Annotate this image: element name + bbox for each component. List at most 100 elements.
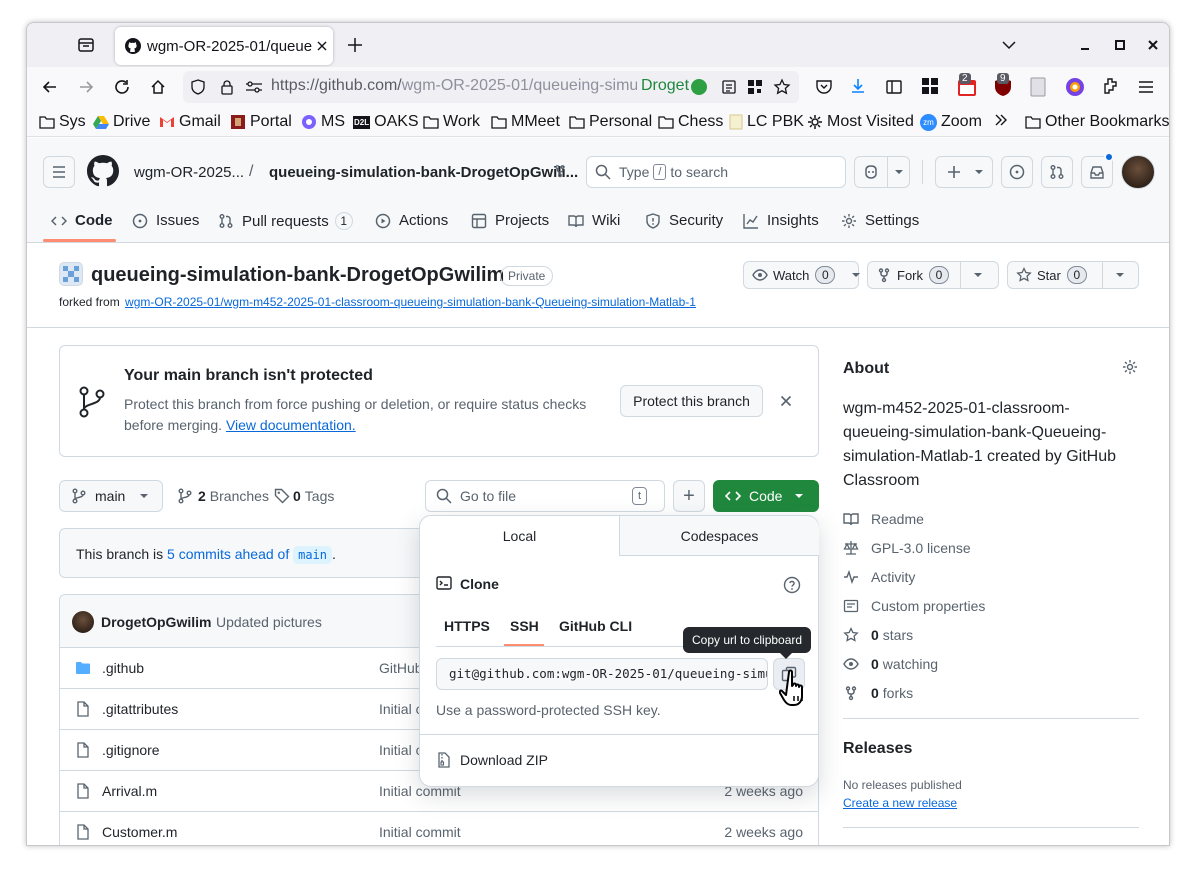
ext-page-icon[interactable] (1029, 77, 1047, 97)
url-bar[interactable]: https://github.com/wgm-OR-2025-01/queuei… (183, 71, 799, 103)
maximize-icon[interactable] (1112, 37, 1128, 53)
tab-wiki[interactable]: Wiki (568, 212, 620, 229)
bookmark-gmail[interactable]: Gmail (159, 113, 221, 131)
issues-header-button[interactable] (1001, 156, 1033, 188)
file-name[interactable]: .gitignore (102, 742, 160, 758)
pull-requests-header-button[interactable] (1041, 156, 1073, 188)
forked-from-link[interactable]: wgm-OR-2025-01/wgm-m452-2025-01-classroo… (125, 295, 696, 309)
lock-icon[interactable] (219, 79, 235, 95)
commits-ahead-link[interactable]: 5 commits ahead of (167, 546, 289, 562)
avatar[interactable] (1121, 155, 1155, 189)
tab-settings[interactable]: Settings (841, 212, 919, 229)
bookmark-zoom[interactable]: zm Zoom (920, 113, 982, 131)
tab-security[interactable]: Security (645, 212, 723, 229)
tags-link[interactable]: 0 Tags (274, 488, 334, 504)
create-release-link[interactable]: Create a new release (843, 796, 957, 810)
menu-icon[interactable] (1137, 78, 1155, 96)
bookmark-drive[interactable]: Drive (93, 113, 150, 131)
list-tabs-icon[interactable] (1001, 37, 1017, 53)
about-custom-properties[interactable]: Custom properties (843, 598, 985, 614)
dismiss-banner-icon[interactable] (778, 393, 794, 409)
tab-pull-requests[interactable]: Pull requests 1 (218, 212, 353, 230)
tab-overview-icon[interactable] (77, 36, 95, 54)
bookmarks-overflow-icon[interactable] (993, 112, 1013, 128)
minimize-icon[interactable] (1077, 37, 1093, 53)
file-name[interactable]: Arrival.m (102, 783, 157, 799)
home-icon[interactable] (149, 78, 167, 96)
bookmark-star-icon[interactable] (773, 78, 791, 96)
watch-button[interactable]: Watch 0 (743, 261, 861, 289)
tab-projects[interactable]: Projects (471, 212, 549, 229)
bookmark-oaks[interactable]: D2L OAKS (353, 113, 419, 131)
tab-insights[interactable]: Insights (743, 212, 819, 229)
bookmark-chess[interactable]: Chess (658, 113, 723, 131)
protocol-https[interactable]: HTTPS (444, 618, 490, 634)
file-commit-message[interactable]: Initial commit (379, 824, 461, 840)
bookmark-work[interactable]: Work (423, 113, 480, 131)
ext-color-icon[interactable] (1065, 77, 1085, 97)
protocol-github-cli[interactable]: GitHub CLI (559, 618, 632, 634)
about-license[interactable]: GPL-3.0 license (843, 540, 971, 556)
releases-title[interactable]: Releases (843, 740, 912, 758)
back-icon[interactable] (41, 78, 59, 96)
commit-author[interactable]: DrogetOpGwilim (101, 614, 211, 630)
bookmark-portal[interactable]: Portal (230, 113, 292, 131)
file-commit-message[interactable]: Initial c (379, 742, 423, 758)
close-window-icon[interactable] (1145, 37, 1161, 53)
reload-icon[interactable] (113, 78, 131, 96)
global-menu-button[interactable] (43, 156, 75, 188)
branch-selector[interactable]: main (59, 480, 163, 512)
bookmark-most-visited[interactable]: Most Visited (807, 113, 914, 131)
close-tab-icon[interactable] (315, 39, 329, 53)
bookmark-ms[interactable]: MS (301, 113, 345, 131)
owner-link[interactable]: wgm-OR-2025... (134, 164, 244, 181)
about-activity[interactable]: Activity (843, 569, 915, 585)
bookmark-lc-pbk[interactable]: LC PBK (729, 113, 804, 131)
download-zip-button[interactable]: Download ZIP (436, 752, 548, 768)
pocket-icon[interactable] (815, 78, 833, 96)
help-icon[interactable] (783, 576, 801, 594)
table-row[interactable]: Customer.m Initial commit 2 weeks ago (59, 811, 819, 845)
new-tab-icon[interactable] (345, 35, 365, 55)
permissions-icon[interactable] (245, 79, 263, 95)
fork-button[interactable]: Fork 0 (867, 261, 999, 289)
reader-icon[interactable] (721, 79, 737, 95)
file-name[interactable]: Customer.m (102, 824, 177, 840)
view-documentation-link[interactable]: View documentation. (226, 417, 356, 433)
file-commit-message[interactable]: Initial c (379, 701, 423, 717)
clone-url-input[interactable]: git@github.com:wgm-OR-2025-01/queueing-s… (436, 658, 768, 690)
ext-grid-icon[interactable] (921, 77, 939, 95)
protect-branch-button[interactable]: Protect this branch (620, 385, 763, 417)
bookmark-other[interactable]: Other Bookmarks (1025, 113, 1169, 131)
file-name[interactable]: .github (102, 660, 144, 676)
bookmark-personal[interactable]: Personal (569, 113, 652, 131)
tab-local[interactable]: Local (420, 516, 620, 556)
shield-icon[interactable] (190, 79, 206, 95)
active-tab[interactable]: wgm-OR-2025-01/queueing-simulation-bank-… (115, 27, 333, 65)
copilot-button[interactable] (854, 156, 910, 188)
bookmark-mmeet[interactable]: MMeet (491, 113, 560, 131)
qr-icon[interactable] (747, 79, 763, 95)
sidebar-icon[interactable] (885, 78, 903, 96)
go-to-file-input[interactable]: Go to file t (425, 480, 665, 512)
create-new-button[interactable] (935, 156, 993, 188)
tab-codespaces[interactable]: Codespaces (620, 516, 819, 556)
forward-icon[interactable] (77, 78, 95, 96)
file-commit-message[interactable]: GitHub (379, 660, 423, 676)
repo-link[interactable]: queueing-simulation-bank-DrogetOpGwili..… (269, 164, 578, 181)
extensions-icon[interactable] (1101, 77, 1119, 95)
about-watching[interactable]: 0 watching (843, 656, 938, 672)
github-logo-icon[interactable] (87, 155, 119, 187)
about-readme[interactable]: Readme (843, 511, 924, 527)
tab-actions[interactable]: Actions (375, 212, 448, 229)
file-name[interactable]: .gitattributes (102, 701, 178, 717)
protocol-ssh[interactable]: SSH (510, 618, 539, 634)
commit-message[interactable]: Updated pictures (216, 614, 322, 630)
tab-code[interactable]: Code (51, 212, 113, 229)
about-gear-icon[interactable] (1122, 359, 1138, 375)
add-file-button[interactable]: + (673, 480, 705, 512)
star-button[interactable]: Star 0 (1007, 261, 1139, 289)
code-button[interactable]: Code (713, 480, 819, 512)
search-input[interactable]: Type / to search (586, 156, 846, 188)
download-icon[interactable] (849, 77, 867, 95)
